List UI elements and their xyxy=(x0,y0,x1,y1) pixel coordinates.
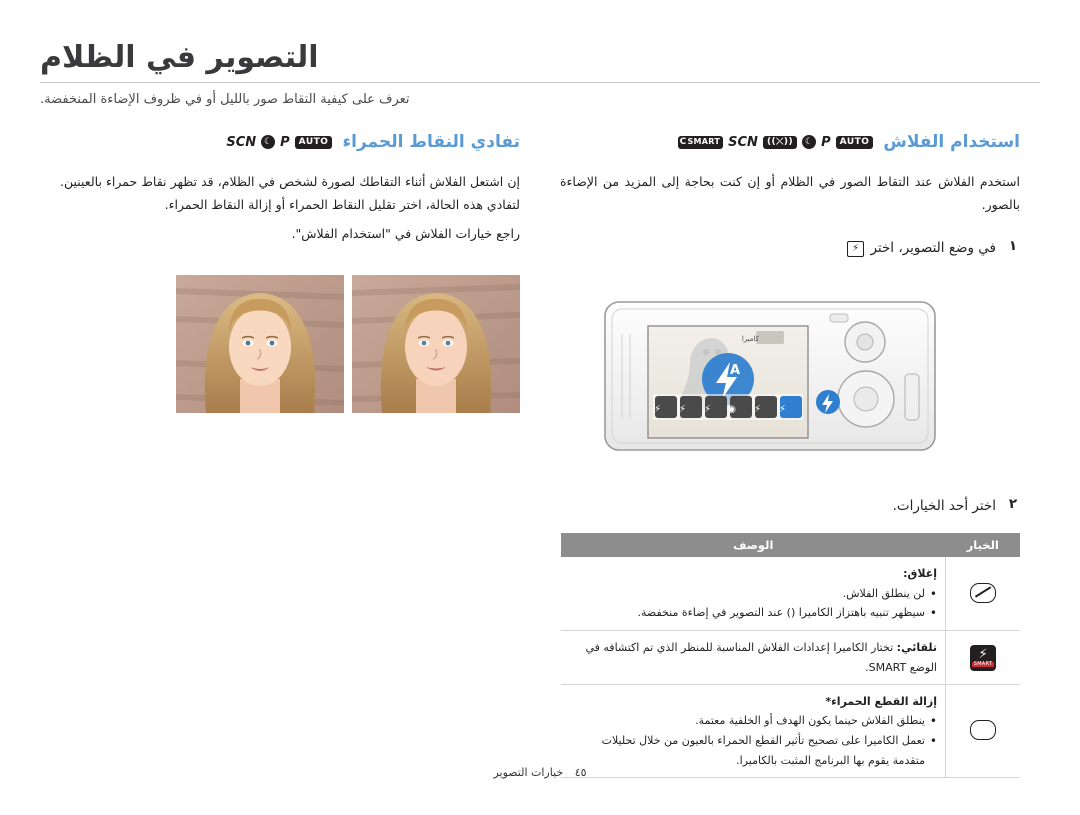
mode-icons-using-flash: C SMART SCN ((⤬)) ☾ P AUTO xyxy=(678,135,874,149)
table-row: إزالة القطع الحمراء* ينطلق الفلاش حينما … xyxy=(561,684,1021,778)
bullet: تعمل الكاميرا على تصحيح تأثير القطع الحم… xyxy=(569,731,938,771)
red-eye-paragraph-1: إن اشتعل الفلاش أثناء التقاطك لصورة لشخص… xyxy=(60,170,520,216)
scn-mode-icon: SCN xyxy=(226,136,256,149)
section-using-flash: استخدام الفلاش C SMART SCN ((⤬)) ☾ P AUTO… xyxy=(560,130,1020,778)
row-description: إغلاق: لن ينطلق الفلاش. سيظهر تنبيه باهت… xyxy=(561,557,946,630)
svg-text:⚡: ⚡ xyxy=(654,404,661,415)
page: التصوير في الظلام تعرف على كيفية التقاط … xyxy=(0,0,1080,815)
row-bullets: لن ينطلق الفلاش. سيظهر تنبيه باهتزاز الك… xyxy=(569,584,938,624)
section-header-using-flash: استخدام الفلاش C SMART SCN ((⤬)) ☾ P AUTO xyxy=(560,130,1020,154)
portrait-normal-svg xyxy=(352,275,520,413)
auto-mode-icon: AUTO xyxy=(836,136,874,149)
row-description: إزالة القطع الحمراء* ينطلق الفلاش حينما … xyxy=(561,684,946,778)
photo-portrait-red-eye xyxy=(176,275,344,413)
night-mode-icon: ☾ xyxy=(261,135,275,149)
flash-smart-auto-icon: ⚡ SMART xyxy=(946,631,1021,685)
svg-text:⚡: ⚡ xyxy=(779,404,786,415)
row-title: تلقائي: xyxy=(897,641,937,654)
red-eye-icon xyxy=(946,684,1021,778)
table-row: إغلاق: لن ينطلق الفلاش. سيظهر تنبيه باهت… xyxy=(561,557,1021,630)
mode-icons-red-eye: SCN ☾ P AUTO xyxy=(226,135,332,149)
flash-options-table: الخيار الوصف إغلاق: لن ينطلق الفلاش. سيظ… xyxy=(560,533,1020,778)
section-title-using-flash: استخدام الفلاش xyxy=(883,132,1020,152)
step-1: ١ في وضع التصوير، اختر ⚡ xyxy=(560,238,1020,260)
section-red-eye: تفادي النقاط الحمراء SCN ☾ P AUTO إن اشت… xyxy=(60,130,520,413)
step-1-text: في وضع التصوير، اختر ⚡ xyxy=(845,238,996,260)
page-title: التصوير في الظلام xyxy=(40,40,1040,75)
flash-key-icon: ⚡ xyxy=(847,241,864,257)
table-row: ⚡ SMART تلقائي: تختار الكاميرا إعدادات ال… xyxy=(561,631,1021,685)
red-eye-paragraph-2: راجع خيارات الفلاش في "استخدام الفلاش". xyxy=(60,222,520,245)
svg-text:⚡: ⚡ xyxy=(754,404,761,415)
night-mode-icon: ☾ xyxy=(802,135,816,149)
row-text: تلقائي: تختار الكاميرا إعدادات الفلاش ال… xyxy=(569,638,938,677)
row-description: تلقائي: تختار الكاميرا إعدادات الفلاش ال… xyxy=(561,631,946,685)
svg-text:A: A xyxy=(730,363,740,378)
red-eye-photo-pair xyxy=(60,275,520,413)
title-divider xyxy=(40,82,1040,83)
page-subtitle: تعرف على كيفية التقاط صور بالليل أو في ظ… xyxy=(40,90,1040,111)
step-2: ٢ اختر أحد الخيارات. xyxy=(560,496,1020,518)
bullet: سيظهر تنبيه باهتزاز الكاميرا () عند الت… xyxy=(569,603,938,623)
section-title-red-eye: تفادي النقاط الحمراء xyxy=(342,132,520,152)
camera-illustration: A كاميرا ⚡ ⚡ ⚡ ◉ ⚡ ⚡ xyxy=(560,274,1020,474)
header-option: الخيار xyxy=(946,533,1021,557)
bullet: ينطلق الفلاش حينما يكون الهدف أو الخلفية… xyxy=(569,711,938,731)
program-mode-icon: P xyxy=(821,136,831,149)
photo-portrait-normal xyxy=(352,275,520,413)
dual-is-mode-icon: ((⤬)) xyxy=(763,136,797,149)
page-number: ٤٥ xyxy=(575,766,587,779)
camera-back-svg: A كاميرا ⚡ ⚡ ⚡ ◉ ⚡ ⚡ xyxy=(560,274,1020,474)
footer-label: خيارات التصوير xyxy=(493,766,563,779)
step-1-number: ١ xyxy=(1006,238,1020,254)
section-header-red-eye: تفادي النقاط الحمراء SCN ☾ P AUTO xyxy=(60,130,520,154)
step-2-text: اختر أحد الخيارات. xyxy=(893,496,996,518)
svg-text:◉: ◉ xyxy=(727,404,736,415)
flash-off-icon xyxy=(946,557,1021,630)
auto-mode-icon: AUTO xyxy=(295,136,333,149)
header-description: الوصف xyxy=(561,533,946,557)
bullet: تختار الكاميرا إعدادات الفلاش المناسبة ل… xyxy=(585,641,937,673)
row-title: إغلاق: xyxy=(569,564,938,583)
svg-text:⚡: ⚡ xyxy=(704,404,711,415)
svg-text:كاميرا: كاميرا xyxy=(742,335,760,343)
scn-mode-icon: SCN xyxy=(728,136,758,149)
svg-text:⚡: ⚡ xyxy=(679,404,686,415)
portrait-red-eye-svg xyxy=(176,275,344,413)
table-header-row: الخيار الوصف xyxy=(561,533,1021,557)
step-2-number: ٢ xyxy=(1006,496,1020,512)
bullet: لن ينطلق الفلاش. xyxy=(569,584,938,604)
row-title: إزالة القطع الحمراء* xyxy=(569,692,938,711)
using-flash-intro: استخدم الفلاش عند التقاط الصور في الظلام… xyxy=(560,170,1020,216)
program-mode-icon: P xyxy=(280,136,290,149)
row-bullets: ينطلق الفلاش حينما يكون الهدف أو الخلفية… xyxy=(569,711,938,770)
smart-mode-icon: C SMART xyxy=(678,136,724,149)
footer: ٤٥ خيارات التصوير xyxy=(0,766,1080,779)
